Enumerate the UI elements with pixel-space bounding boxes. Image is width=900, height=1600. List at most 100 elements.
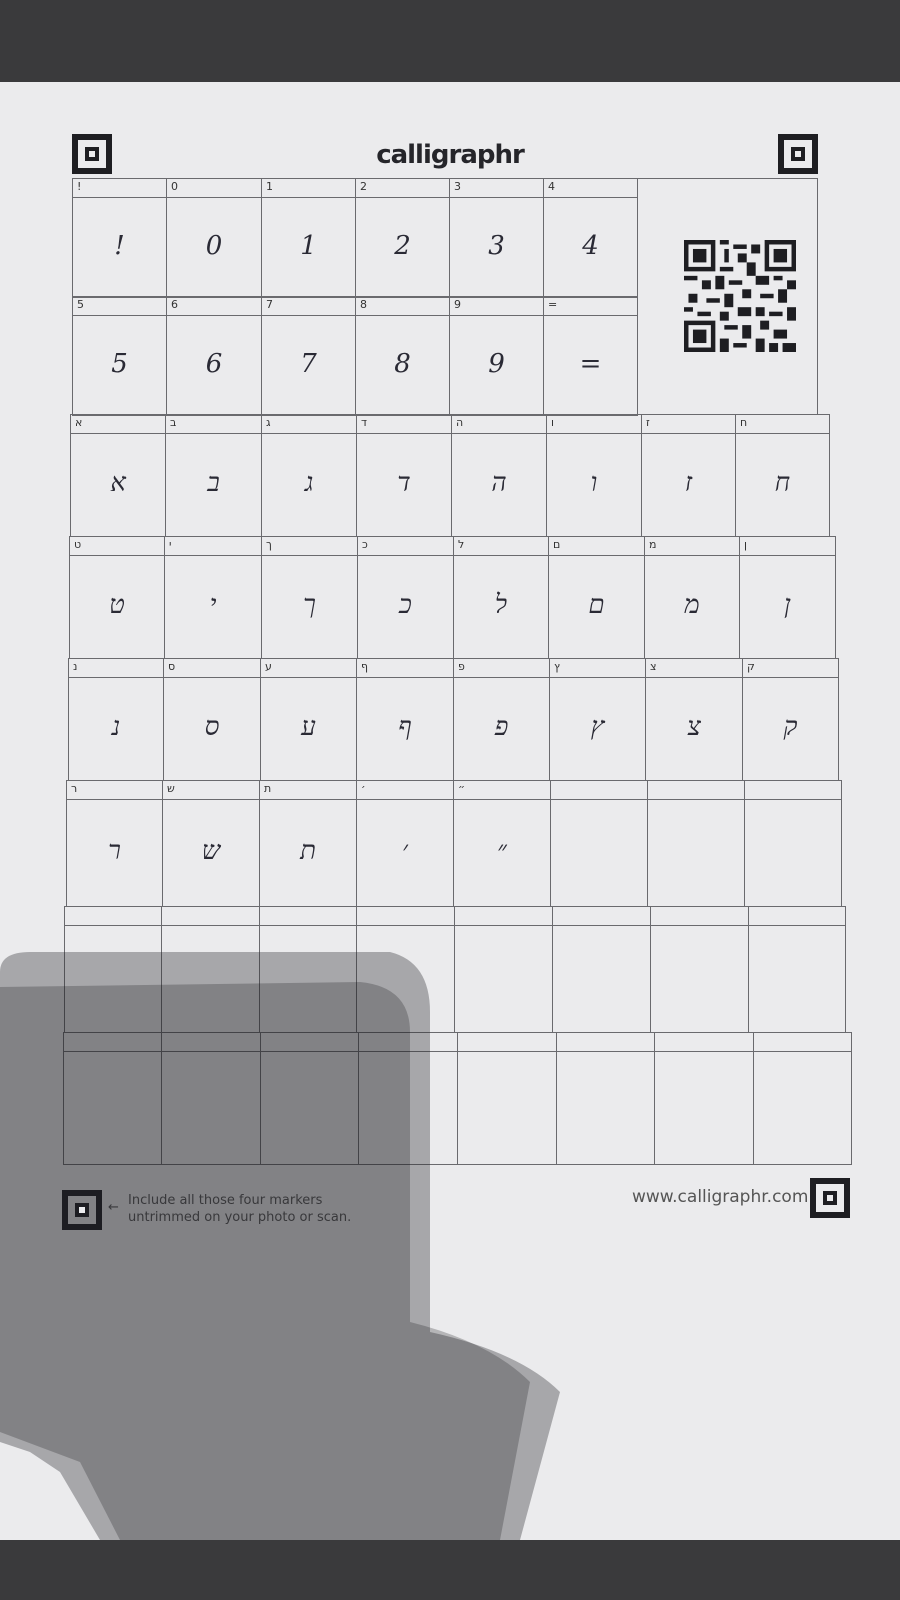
cell-header bbox=[64, 1033, 161, 1052]
glyph-cell: ממ bbox=[644, 536, 740, 659]
cell-label: 4 bbox=[548, 180, 555, 193]
glyph-cell bbox=[552, 906, 651, 1033]
note-line-1: Include all those four markers bbox=[128, 1193, 323, 1208]
glyph-cell: 77 bbox=[261, 296, 356, 416]
glyph-cell: זז bbox=[641, 414, 736, 537]
glyph-cell: ׳ ׳ bbox=[356, 780, 454, 907]
glyph-cell bbox=[358, 1032, 458, 1165]
glyph-cell bbox=[457, 1032, 557, 1165]
cell-header bbox=[167, 297, 261, 316]
cell-label: ה bbox=[456, 416, 464, 429]
cell-label: ח bbox=[740, 416, 748, 429]
handwritten-glyph: ב bbox=[207, 468, 220, 498]
glyph-cell: ככ bbox=[357, 536, 454, 659]
glyph-cell: = = bbox=[543, 296, 638, 416]
handwritten-glyph: 1 bbox=[300, 230, 317, 261]
cell-header bbox=[450, 179, 543, 198]
handwritten-glyph: י bbox=[209, 590, 217, 620]
handwritten-glyph: 4 bbox=[582, 230, 599, 261]
glyph-cell: שש bbox=[162, 780, 260, 907]
cell-label: ״ bbox=[458, 782, 466, 795]
cell-label: ן bbox=[744, 538, 747, 551]
handwritten-glyph: ע bbox=[301, 712, 316, 742]
handwritten-glyph: מ bbox=[684, 590, 700, 620]
cell-label: ל bbox=[458, 538, 465, 551]
cell-header bbox=[544, 297, 637, 316]
glyph-cell: 11 bbox=[261, 178, 356, 298]
cell-label: ם bbox=[553, 538, 561, 551]
cell-header bbox=[356, 179, 449, 198]
glyph-cell bbox=[259, 906, 357, 1033]
glyph-cell: יי bbox=[164, 536, 262, 659]
glyph-cell: רר bbox=[66, 780, 163, 907]
cell-header bbox=[645, 537, 739, 556]
cell-label: י bbox=[169, 538, 172, 551]
cell-header bbox=[261, 1033, 358, 1052]
glyph-cell: וו bbox=[546, 414, 642, 537]
cell-header bbox=[450, 297, 543, 316]
glyph-cell bbox=[454, 906, 553, 1033]
handwritten-glyph: ק bbox=[783, 712, 798, 742]
cell-header bbox=[70, 537, 164, 556]
handwritten-glyph: 0 bbox=[205, 230, 223, 261]
cell-header bbox=[646, 659, 742, 678]
handwritten-glyph: 5 bbox=[111, 348, 128, 379]
cell-label: 6 bbox=[171, 298, 178, 311]
cell-header bbox=[544, 179, 637, 198]
cell-header bbox=[262, 179, 355, 198]
handwritten-glyph: א bbox=[110, 468, 126, 498]
cell-header bbox=[162, 1033, 260, 1052]
cell-label: ! bbox=[77, 180, 82, 193]
cell-header bbox=[358, 537, 453, 556]
cell-header bbox=[356, 297, 449, 316]
cell-label: פ bbox=[458, 660, 465, 673]
glyph-cell: 88 bbox=[355, 296, 450, 416]
cell-label: 5 bbox=[77, 298, 84, 311]
cell-header bbox=[69, 659, 163, 678]
cell-label: ז bbox=[646, 416, 650, 429]
glyph-cell: 55 bbox=[72, 296, 167, 416]
cell-header bbox=[547, 415, 641, 434]
handwritten-glyph: פ bbox=[494, 712, 509, 742]
handwritten-glyph: ח bbox=[774, 468, 791, 498]
cell-header bbox=[165, 537, 261, 556]
handwritten-glyph: ש bbox=[201, 836, 221, 866]
glyph-cell: טט bbox=[69, 536, 165, 659]
glyph-cell: סס bbox=[163, 658, 261, 781]
glyph-cell: ףף bbox=[356, 658, 454, 781]
glyph-cell: ננ bbox=[68, 658, 164, 781]
cell-label: צ bbox=[650, 660, 657, 673]
glyph-cell: פפ bbox=[453, 658, 550, 781]
glyph-cell: תת bbox=[259, 780, 357, 907]
cell-header bbox=[749, 907, 845, 926]
cell-label: ד bbox=[361, 416, 368, 429]
glyph-cell bbox=[753, 1032, 852, 1165]
cell-label: 2 bbox=[360, 180, 367, 193]
cell-label: ו bbox=[551, 416, 554, 429]
handwritten-glyph: ן bbox=[784, 590, 791, 620]
cell-label: ץ bbox=[554, 660, 560, 673]
cell-label: נ bbox=[73, 660, 78, 673]
cell-label: ע bbox=[265, 660, 272, 673]
cell-header bbox=[167, 179, 261, 198]
cell-header bbox=[454, 659, 549, 678]
cell-header bbox=[745, 781, 841, 800]
handwritten-glyph: 2 bbox=[394, 230, 411, 261]
cell-label: ק bbox=[747, 660, 755, 673]
glyph-cell: גג bbox=[261, 414, 357, 537]
note-line-2: untrimmed on your photo or scan. bbox=[128, 1210, 352, 1225]
glyph-cell bbox=[650, 906, 749, 1033]
cell-header bbox=[557, 1033, 654, 1052]
glyph-cell bbox=[744, 780, 842, 907]
glyph-cell bbox=[748, 906, 846, 1033]
cell-header bbox=[642, 415, 735, 434]
qr-code bbox=[684, 240, 796, 352]
cell-header bbox=[454, 781, 550, 800]
cell-header bbox=[357, 781, 453, 800]
cell-label: ש bbox=[167, 782, 175, 795]
glyph-cell bbox=[356, 906, 455, 1033]
cell-label: ת bbox=[264, 782, 272, 795]
cell-label: ט bbox=[74, 538, 82, 551]
cell-header bbox=[164, 659, 260, 678]
cell-header bbox=[260, 781, 356, 800]
